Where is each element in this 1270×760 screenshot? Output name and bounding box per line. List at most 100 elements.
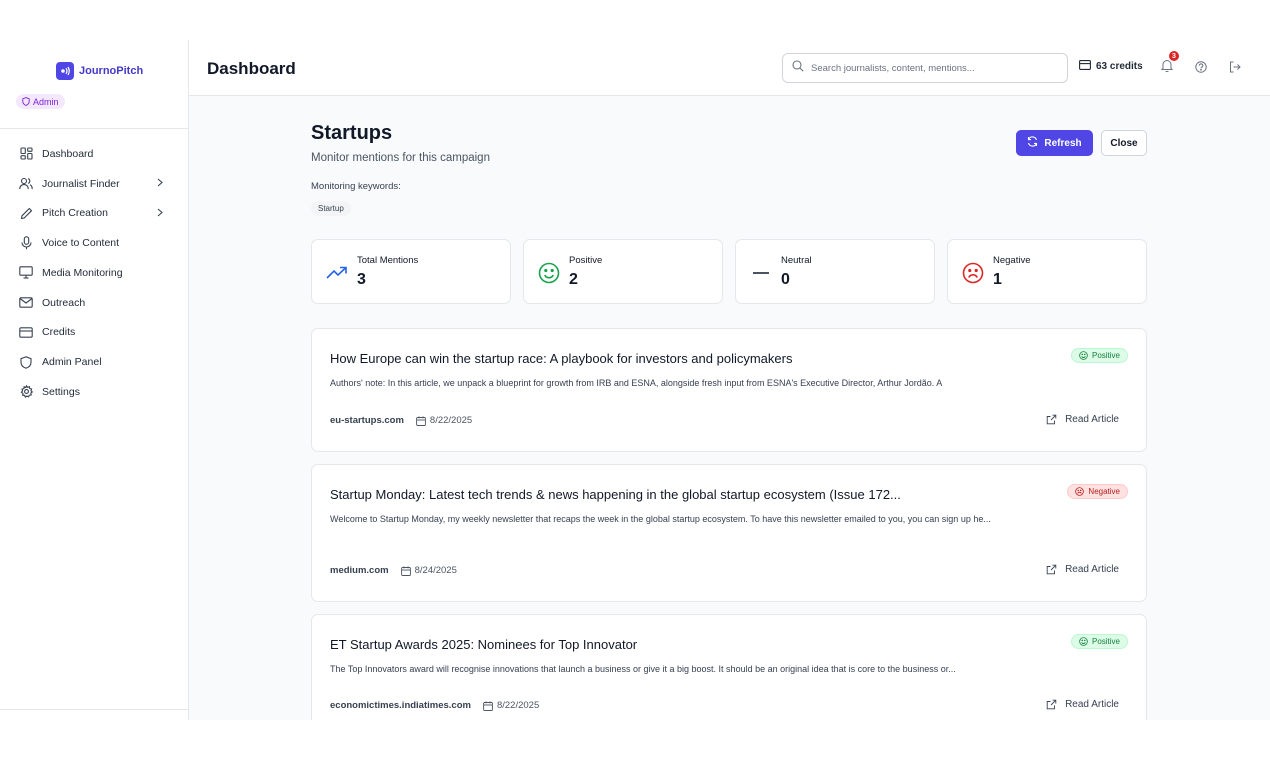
refresh-button[interactable]: Refresh — [1016, 130, 1093, 156]
microphone-icon — [19, 236, 33, 250]
sidebar-item-label: Credits — [42, 326, 76, 339]
read-article-link[interactable]: Read Article — [1046, 699, 1119, 710]
grid-icon — [19, 147, 33, 161]
credit-card-icon — [19, 325, 33, 339]
help-button[interactable] — [1195, 60, 1207, 78]
mail-icon — [19, 296, 33, 310]
sidebar-item-label: Pitch Creation — [42, 207, 108, 220]
article-meta: medium.com 8/24/2025 — [330, 565, 457, 576]
article-title[interactable]: How Europe can win the startup race: A p… — [330, 351, 792, 366]
sentiment-label: Positive — [1091, 351, 1120, 360]
stat-label: Negative — [993, 255, 1031, 266]
read-article-label: Read Article — [1065, 699, 1119, 710]
admin-role-badge: Admin — [16, 94, 65, 109]
read-article-link[interactable]: Read Article — [1046, 564, 1119, 575]
calendar-icon — [483, 700, 493, 711]
sidebar-item-pitch-creation[interactable]: Pitch Creation — [0, 199, 188, 229]
article-snippet: The Top Innovators award will recognise … — [330, 664, 956, 674]
refresh-label: Refresh — [1044, 137, 1082, 149]
sidebar-item-admin-panel[interactable]: Admin Panel — [0, 347, 188, 377]
app-window: JournoPitch Admin Dashboard Journalist F… — [0, 40, 1270, 720]
calendar-icon — [400, 565, 411, 576]
shield-icon — [22, 97, 30, 106]
sidebar-item-label: Settings — [42, 385, 80, 398]
logout-button[interactable] — [1229, 60, 1241, 78]
smile-icon — [1079, 351, 1088, 360]
sidebar-item-label: Admin Panel — [42, 356, 102, 369]
sidebar-footer-divider — [0, 709, 188, 710]
sidebar-nav: Dashboard Journalist Finder Pitch Creati… — [0, 139, 188, 407]
article-date: 8/24/2025 — [400, 565, 457, 576]
article-title[interactable]: ET Startup Awards 2025: Nominees for Top… — [330, 637, 637, 652]
article-title[interactable]: Startup Monday: Latest tech trends & new… — [330, 487, 901, 502]
sidebar-item-voice-to-content[interactable]: Voice to Content — [0, 228, 188, 258]
credit-card-icon — [1079, 60, 1091, 73]
stat-value: 1 — [993, 271, 1002, 288]
article-meta: economictimes.indiatimes.com 8/22/2025 — [330, 700, 539, 711]
stat-label: Total Mentions — [357, 255, 419, 266]
frown-icon — [1075, 487, 1085, 496]
bell-icon — [1160, 59, 1174, 76]
sentiment-badge-positive: Positive — [1070, 634, 1128, 649]
brand-logo[interactable]: JournoPitch — [56, 62, 143, 80]
notification-count-badge: 3 — [1169, 51, 1179, 61]
article-card: Startup Monday: Latest tech trends & new… — [311, 464, 1147, 602]
stat-value: 3 — [357, 271, 366, 288]
page-title: Dashboard — [207, 59, 296, 78]
external-link-icon — [1046, 564, 1057, 575]
read-article-link[interactable]: Read Article — [1046, 414, 1119, 425]
admin-role-label: Admin — [33, 96, 59, 107]
stat-card-total-mentions: Total Mentions 3 — [311, 239, 511, 304]
campaign-subtitle: Monitor mentions for this campaign — [311, 152, 490, 164]
frown-icon — [960, 261, 986, 285]
pen-icon — [19, 206, 33, 220]
stat-label: Positive — [569, 255, 603, 266]
chevron-right-icon — [157, 178, 163, 190]
stat-value: 2 — [569, 271, 578, 288]
article-snippet: Welcome to Startup Monday, my weekly new… — [330, 514, 991, 524]
shield-icon — [19, 355, 33, 369]
close-button[interactable]: Close — [1101, 130, 1147, 156]
sidebar-item-dashboard[interactable]: Dashboard — [0, 139, 188, 169]
sentiment-label: Positive — [1091, 637, 1120, 646]
calendar-icon — [416, 415, 426, 426]
read-article-label: Read Article — [1065, 414, 1119, 425]
notifications-button[interactable]: 3 — [1160, 51, 1179, 76]
sidebar-item-settings[interactable]: Settings — [0, 377, 188, 407]
chevron-right-icon — [157, 208, 163, 220]
stat-label: Neutral — [781, 255, 812, 266]
help-circle-icon — [1195, 60, 1207, 77]
article-snippet: Authors' note: In this article, we unpac… — [330, 378, 943, 388]
credits-indicator[interactable]: 63 credits — [1079, 60, 1143, 73]
monitor-icon — [19, 266, 33, 280]
sidebar-item-journalist-finder[interactable]: Journalist Finder — [0, 169, 188, 199]
sidebar-item-label: Outreach — [42, 296, 86, 309]
sidebar-item-label: Voice to Content — [42, 237, 120, 250]
sidebar-item-media-monitoring[interactable]: Media Monitoring — [0, 258, 188, 288]
search-box[interactable] — [782, 53, 1068, 83]
trending-up-icon — [324, 261, 350, 285]
logout-icon — [1229, 60, 1241, 77]
sidebar-item-outreach[interactable]: Outreach — [0, 288, 188, 318]
campaign-title: Startups — [311, 122, 393, 144]
brand-name: JournoPitch — [79, 65, 144, 77]
sidebar-item-credits[interactable]: Credits — [0, 318, 188, 348]
keyword-chip: Startup — [311, 201, 351, 216]
sidebar-item-label: Dashboard — [42, 147, 94, 160]
refresh-icon — [1027, 136, 1038, 150]
read-article-label: Read Article — [1065, 564, 1119, 575]
stat-value: 0 — [781, 271, 790, 288]
external-link-icon — [1046, 414, 1057, 425]
external-link-icon — [1046, 699, 1057, 710]
sidebar-item-label: Media Monitoring — [42, 266, 123, 279]
smile-icon — [1079, 637, 1088, 646]
journopitch-logo-icon — [56, 62, 74, 80]
minus-icon — [748, 261, 774, 285]
search-input[interactable] — [811, 62, 1051, 74]
article-card: How Europe can win the startup race: A p… — [311, 328, 1147, 452]
stat-card-negative: Negative 1 — [947, 239, 1147, 304]
article-date: 8/22/2025 — [416, 415, 472, 426]
sentiment-badge-negative: Negative — [1067, 484, 1128, 499]
article-date: 8/22/2025 — [483, 700, 539, 711]
top-header: Dashboard 63 credits 3 — [189, 40, 1270, 96]
